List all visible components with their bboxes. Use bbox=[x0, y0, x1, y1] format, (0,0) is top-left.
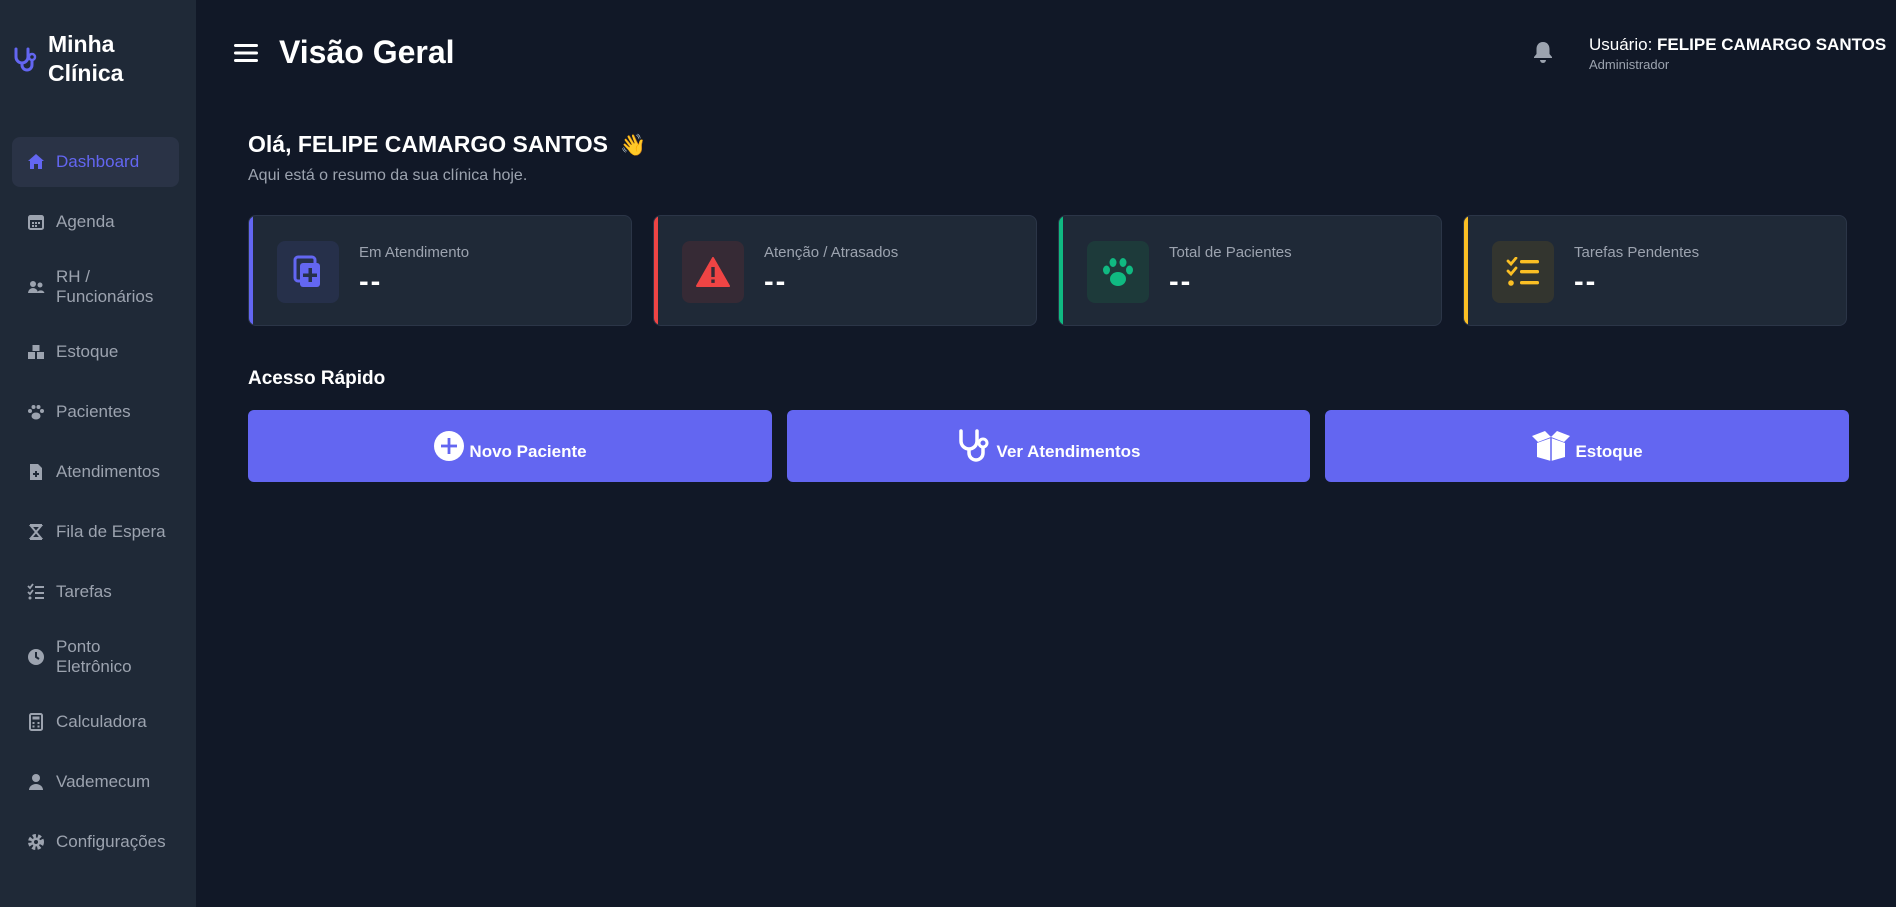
plus-circle-icon bbox=[434, 431, 465, 461]
qa-icon-wrap bbox=[433, 430, 465, 462]
sidebar-item-label: Calculadora bbox=[56, 712, 147, 731]
sidebar-item-rh[interactable]: RH / Funcionários bbox=[12, 257, 179, 317]
paw-icon bbox=[1103, 258, 1133, 286]
card-icon-box bbox=[1492, 241, 1554, 303]
user-info[interactable]: Usuário: FELIPE CAMARGO SANTOS bbox=[1589, 35, 1886, 55]
waving-hand-emoji: 👋 bbox=[620, 134, 647, 157]
sidebar-item-agenda[interactable]: Agenda bbox=[12, 197, 179, 247]
user-prefix: Usuário: bbox=[1589, 35, 1653, 54]
sidebar-item-label: Agenda bbox=[56, 212, 115, 231]
user-doctor-icon bbox=[29, 774, 43, 790]
sidebar-item-label: Tarefas bbox=[56, 582, 112, 601]
user-role: Administrador bbox=[1589, 57, 1670, 72]
sidebar-item-label: Estoque bbox=[56, 342, 119, 361]
card-accent-bar bbox=[1059, 216, 1063, 325]
sidebar-item-tarefas[interactable]: Tarefas bbox=[12, 567, 179, 617]
hourglass-icon bbox=[28, 524, 44, 540]
sidebar-item-label: Ponto Eletrônico bbox=[56, 637, 132, 676]
sidebar-item-label: Atendimentos bbox=[56, 462, 160, 481]
stat-card-atencao[interactable]: Atenção / Atrasados -- bbox=[653, 215, 1037, 326]
paw-icon bbox=[28, 405, 44, 420]
page-title: Visão Geral bbox=[279, 34, 455, 70]
stat-label: Em Atendimento bbox=[359, 244, 470, 261]
sidebar-item-configuracoes[interactable]: Configurações bbox=[12, 817, 179, 867]
home-icon bbox=[28, 154, 44, 169]
stock-button[interactable]: Estoque bbox=[1325, 410, 1849, 482]
sidebar-item-label: Configurações bbox=[56, 832, 166, 851]
qa-icon-wrap bbox=[957, 428, 993, 464]
card-accent-bar bbox=[1464, 216, 1468, 325]
stat-card-tarefas-pendentes[interactable]: Tarefas Pendentes -- bbox=[1463, 215, 1847, 326]
stat-card-total-pacientes[interactable]: Total de Pacientes -- bbox=[1058, 215, 1442, 326]
sidebar-item-ponto-eletronico[interactable]: Ponto Eletrônico bbox=[12, 627, 179, 687]
stat-label: Tarefas Pendentes bbox=[1574, 244, 1700, 261]
sidebar-item-label: Vademecum bbox=[56, 772, 151, 791]
stat-value: -- bbox=[1169, 266, 1193, 298]
sidebar-item-label: Dashboard bbox=[56, 152, 140, 171]
stethoscope-icon bbox=[14, 47, 37, 72]
clock-icon bbox=[28, 649, 44, 665]
brand-title: Minha Clínica bbox=[48, 31, 124, 86]
card-accent-bar bbox=[654, 216, 658, 325]
menu-toggle-button[interactable] bbox=[232, 40, 260, 66]
greeting-text: Olá, FELIPE CAMARGO SANTOS bbox=[248, 131, 608, 157]
users-icon bbox=[28, 281, 45, 293]
greeting-title: Olá, FELIPE CAMARGO SANTOS 👋 bbox=[248, 131, 647, 158]
notes-medical-icon bbox=[293, 255, 320, 287]
brand[interactable]: Minha Clínica bbox=[12, 30, 168, 88]
greeting-subtitle: Aqui está o resumo da sua clínica hoje. bbox=[248, 167, 528, 184]
stat-card-em-atendimento[interactable]: Em Atendimento -- bbox=[248, 215, 632, 326]
new-patient-button[interactable]: Novo Paciente bbox=[248, 410, 772, 482]
user-name: FELIPE CAMARGO SANTOS bbox=[1657, 35, 1887, 54]
list-check-icon bbox=[27, 583, 44, 600]
gear-icon bbox=[28, 834, 44, 850]
file-medical-icon bbox=[30, 464, 42, 480]
button-label: Estoque bbox=[1575, 442, 1643, 461]
warning-icon bbox=[696, 257, 730, 287]
boxes-icon bbox=[28, 345, 44, 359]
view-appointments-button[interactable]: Ver Atendimentos bbox=[787, 410, 1310, 482]
sidebar-item-label: RH / Funcionários bbox=[56, 267, 154, 306]
box-open-icon bbox=[1532, 431, 1571, 461]
bell-icon[interactable] bbox=[1532, 40, 1554, 64]
button-label: Novo Paciente bbox=[469, 442, 587, 461]
list-check-icon bbox=[1506, 257, 1539, 286]
sidebar-item-calculadora[interactable]: Calculadora bbox=[12, 697, 179, 747]
card-icon-box bbox=[1087, 241, 1149, 303]
stethoscope-icon bbox=[958, 429, 989, 462]
card-icon-box bbox=[682, 241, 744, 303]
sidebar-item-label: Fila de Espera bbox=[56, 522, 166, 541]
sidebar-item-fila-de-espera[interactable]: Fila de Espera bbox=[12, 507, 179, 557]
button-label: Ver Atendimentos bbox=[996, 442, 1141, 461]
stat-label: Total de Pacientes bbox=[1169, 244, 1292, 261]
card-accent-bar bbox=[249, 216, 253, 325]
calendar-icon bbox=[28, 215, 44, 230]
stat-value: -- bbox=[1574, 266, 1598, 298]
sidebar: Minha Clínica Dashboard Agenda RH / Func… bbox=[0, 0, 196, 907]
qa-icon-wrap bbox=[1531, 430, 1571, 462]
stat-label: Atenção / Atrasados bbox=[764, 244, 899, 261]
quick-access-title: Acesso Rápido bbox=[248, 368, 386, 389]
stat-value: -- bbox=[359, 266, 383, 298]
sidebar-item-estoque[interactable]: Estoque bbox=[12, 327, 179, 377]
sidebar-item-atendimentos[interactable]: Atendimentos bbox=[12, 447, 179, 497]
card-icon-box bbox=[277, 241, 339, 303]
sidebar-item-pacientes[interactable]: Pacientes bbox=[12, 387, 179, 437]
sidebar-item-dashboard[interactable]: Dashboard bbox=[12, 137, 179, 187]
calculator-icon bbox=[29, 713, 43, 731]
sidebar-item-vademecum[interactable]: Vademecum bbox=[12, 757, 179, 807]
sidebar-item-label: Pacientes bbox=[56, 402, 131, 421]
stat-value: -- bbox=[764, 266, 788, 298]
